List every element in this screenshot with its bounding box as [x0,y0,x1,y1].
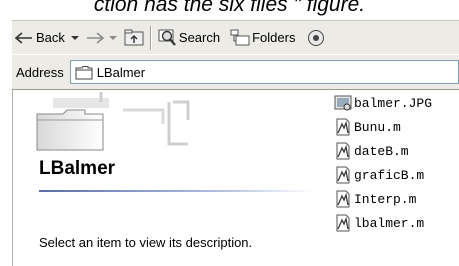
file-name: balmer.JPG [354,95,433,111]
back-label: Back [36,30,65,45]
file-item[interactable]: balmer.JPG [334,92,432,114]
document-caption: ction has the six files " figure. [93,0,366,16]
folder-task-pane: LBalmer Select an item to view its descr… [12,90,330,266]
address-bar: Address LBalmer [12,54,459,90]
file-item[interactable]: Interp.m [334,188,416,210]
folders-button[interactable]: Folders [227,25,298,51]
matlab-file-icon [336,190,350,208]
file-name: dateB.m [354,143,409,159]
address-value: LBalmer [96,64,146,80]
search-label: Search [178,30,221,45]
toolbar-separator [149,25,152,50]
file-name: lbalmer.m [354,215,425,231]
file-name: graficB.m [354,167,425,183]
title-divider [39,190,313,192]
matlab-file-icon [336,166,350,184]
matlab-file-icon [336,142,350,160]
forward-button[interactable] [83,25,121,51]
address-label: Address [16,64,64,80]
folders-label: Folders [252,30,296,45]
folder-illustration [36,92,190,151]
views-button[interactable] [304,25,328,51]
chevron-down-icon[interactable] [108,35,118,41]
search-icon [158,29,176,46]
search-button[interactable]: Search [155,25,223,51]
folder-icon [75,65,93,79]
address-field[interactable]: LBalmer [69,60,459,84]
forward-arrow-icon [86,31,104,44]
matlab-file-icon [336,214,350,232]
back-arrow-icon [15,31,32,44]
up-folder-button[interactable] [121,25,147,51]
file-item[interactable]: lbalmer.m [334,212,424,234]
image-file-icon [334,95,352,111]
back-button[interactable]: Back [12,25,83,51]
file-name: Interp.m [354,191,417,207]
explorer-toolbar: Back Search Folders [12,20,459,54]
folder-title: LBalmer [39,158,116,179]
folders-icon [230,29,250,46]
up-folder-icon [124,29,144,46]
chevron-down-icon[interactable] [70,35,80,41]
file-list: balmer.JPG Bunu.m dateB.m graficB.m Inte… [330,90,459,266]
file-item[interactable]: dateB.m [334,140,409,162]
matlab-file-icon [336,118,350,136]
folder-description: Select an item to view its description. [39,235,253,250]
views-icon [308,29,325,46]
file-item[interactable]: Bunu.m [334,116,401,138]
file-item[interactable]: graficB.m [334,164,424,186]
file-name: Bunu.m [354,119,401,135]
